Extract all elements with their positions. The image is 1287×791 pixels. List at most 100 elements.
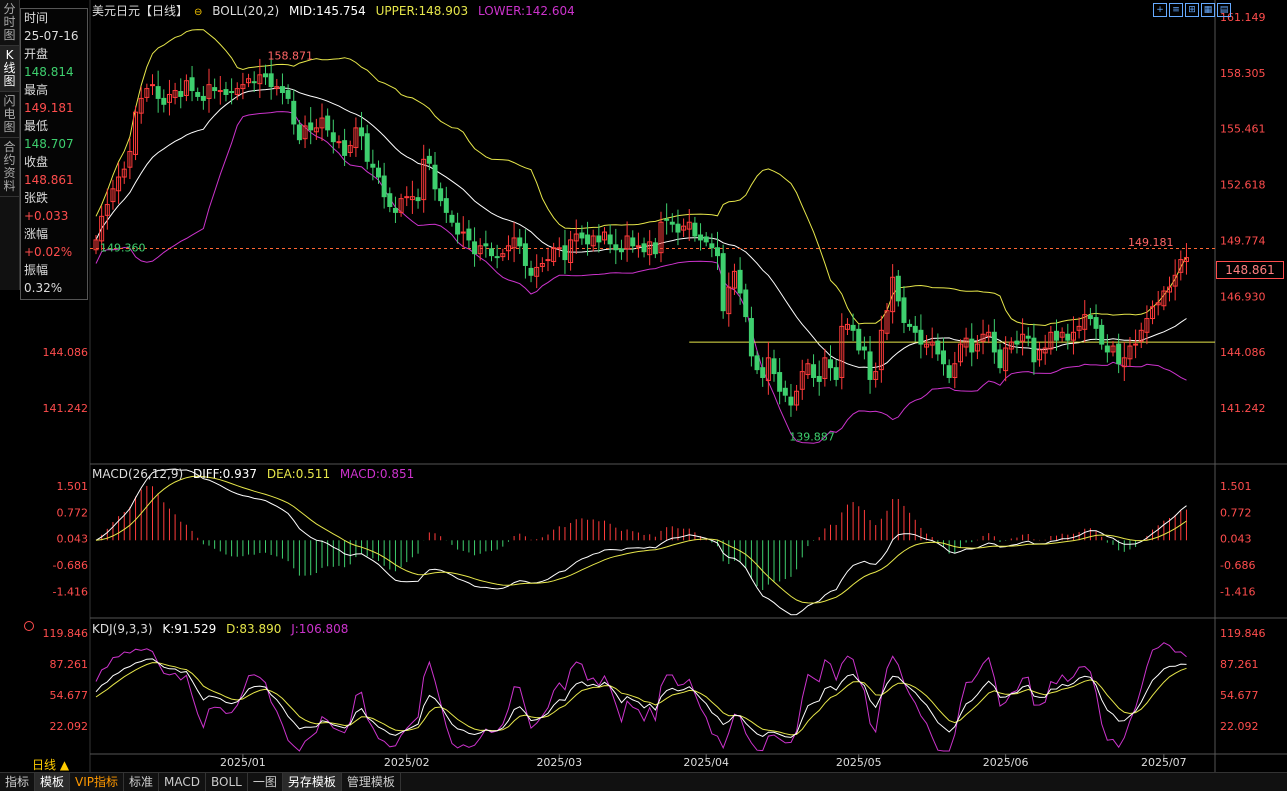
chart-options-icon[interactable]: ▤	[1217, 3, 1231, 17]
kdj-left-tick-label: 87.261	[50, 658, 89, 671]
candle-body	[268, 73, 274, 88]
candle-body	[760, 367, 766, 378]
kdj-label[interactable]: KDJ(9,3,3)	[92, 622, 153, 636]
btn-indicator[interactable]: 指标	[0, 773, 36, 791]
period-selector[interactable]: 日线 ▲	[32, 756, 69, 773]
crosshair-icon[interactable]: +	[1153, 3, 1167, 17]
amp-label: 振幅	[24, 263, 49, 277]
candle-body	[161, 97, 167, 105]
boll-label[interactable]: BOLL(20,2)	[212, 4, 279, 18]
close-label: 收盘	[24, 155, 49, 169]
candle-body	[489, 248, 494, 257]
candle-body	[607, 234, 613, 245]
candle-body	[630, 237, 636, 247]
candle-body	[415, 197, 421, 202]
candle-body	[1014, 340, 1020, 345]
candle-body	[946, 365, 952, 378]
candle-body	[895, 275, 901, 302]
candle-body	[279, 86, 285, 94]
candle-body	[466, 228, 472, 241]
candle-body	[748, 318, 754, 357]
candle-body	[861, 346, 867, 351]
candle-body	[392, 207, 398, 213]
circle-icon[interactable]: ⊖	[194, 7, 202, 18]
candle-body	[1087, 315, 1093, 320]
boll-lower: LOWER:142.604	[477, 4, 575, 18]
x-tick-label: 2025/06	[983, 756, 1029, 769]
btn-manage-template[interactable]: 管理模板	[342, 773, 401, 791]
candle-body	[991, 331, 997, 353]
kdj-j-line	[95, 642, 1187, 752]
candle-body	[449, 214, 455, 223]
btn-macd[interactable]: MACD	[159, 773, 207, 791]
candle-body	[229, 91, 235, 94]
candle-body	[613, 244, 619, 251]
candle-body	[330, 132, 336, 143]
kdj-k: K:91.529	[162, 622, 217, 636]
tab-timeshare[interactable]: 分时图	[0, 0, 19, 46]
btn-save-template[interactable]: 另存模板	[282, 773, 342, 791]
candle-body	[212, 87, 218, 92]
kdj-tick-label: 54.677	[1220, 689, 1259, 702]
candle-body	[743, 289, 749, 318]
tab-contract-info[interactable]: 合约资料	[0, 138, 19, 197]
candle-body	[432, 164, 438, 190]
price-tick-label: 158.305	[1220, 67, 1266, 80]
candle-body	[381, 175, 387, 198]
tab-kline[interactable]: K线图	[0, 46, 19, 92]
macd-label[interactable]: MACD(26,12,9)	[92, 467, 183, 481]
candle-body	[1065, 333, 1071, 341]
high-label: 最高	[24, 83, 49, 97]
candle-body	[1104, 345, 1110, 353]
btn-template[interactable]: 模板	[35, 773, 71, 791]
candle-body	[308, 122, 314, 131]
symbol-title[interactable]: 美元日元【日线】	[92, 4, 188, 18]
price-tick-label: 144.086	[1220, 346, 1266, 359]
btn-standard[interactable]: 标准	[124, 773, 160, 791]
high-annotation: 158.871	[268, 50, 314, 63]
btn-vip-indicator[interactable]: VIP指标	[70, 773, 125, 791]
candle-body	[200, 95, 206, 101]
x-tick-label: 2025/07	[1141, 756, 1187, 769]
candle-body	[811, 364, 817, 378]
close-value: 148.861	[24, 173, 74, 187]
candle-body	[579, 232, 585, 239]
left-price-annotation: 149.360	[100, 242, 146, 255]
macd-header: MACD(26,12,9) DIFF:0.937 DEA:0.511 MACD:…	[92, 467, 420, 481]
btn-one-chart[interactable]: 一图	[248, 773, 283, 791]
candle-body	[585, 234, 591, 245]
open-value: 148.814	[24, 65, 74, 79]
candle-body	[342, 140, 348, 156]
candle-body	[901, 297, 907, 323]
candle-body	[370, 163, 376, 168]
candle-body	[438, 188, 444, 202]
candle-body	[1025, 335, 1031, 339]
candle-body	[641, 243, 647, 253]
price-tick-label: 141.242	[1220, 402, 1266, 415]
macd-tick-label: 0.772	[1220, 506, 1252, 519]
chart-layout-icon[interactable]: ≡	[1169, 3, 1183, 17]
kdj-j: J:106.808	[291, 622, 349, 636]
kdj-tick-label: 22.092	[1220, 720, 1259, 733]
kdj-settings-icon[interactable]	[24, 621, 34, 631]
tab-flash[interactable]: 闪电图	[0, 92, 19, 138]
candle-body	[720, 253, 726, 312]
candle-body	[907, 323, 913, 327]
candle-body	[788, 396, 794, 406]
pct-label: 涨幅	[24, 227, 49, 241]
chart-split-icon[interactable]: ⊞	[1185, 3, 1199, 17]
candle-body	[692, 222, 698, 237]
candle-body	[912, 325, 918, 333]
candle-body	[1031, 337, 1037, 363]
kdj-d: D:83.890	[226, 622, 282, 636]
low-annotation: 139.887	[789, 431, 835, 444]
macd-tick-label: -1.416	[1220, 585, 1255, 598]
chart-grid-icon[interactable]: ▦	[1201, 3, 1215, 17]
btn-boll[interactable]: BOLL	[206, 773, 248, 791]
candle-body	[455, 222, 461, 235]
candle-body	[291, 100, 297, 125]
price-tick-label: 152.618	[1220, 179, 1266, 192]
candle-body	[652, 242, 658, 255]
pct-value: +0.02%	[24, 245, 73, 259]
candle-body	[387, 193, 393, 208]
